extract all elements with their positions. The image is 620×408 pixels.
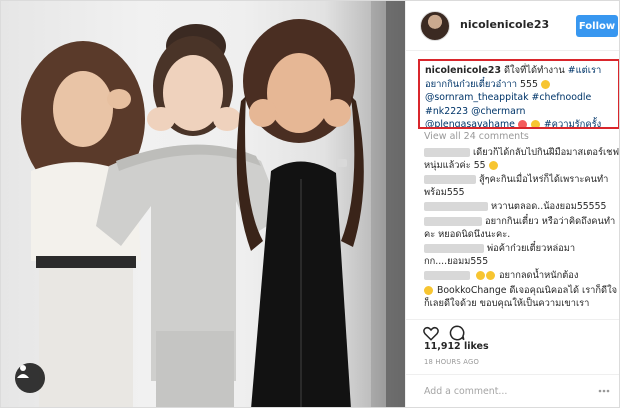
redacted-username xyxy=(424,202,488,212)
post-sidebar: nicolenicole23 Follow nicolenicole23 ดีใ… xyxy=(405,1,619,407)
heart-icon[interactable] xyxy=(422,324,440,342)
more-dots-icon[interactable] xyxy=(598,385,610,397)
emoji-icon xyxy=(475,271,485,281)
redacted-username xyxy=(424,175,476,185)
comment-item: อยากกินเตี๋ยว หรือว่าคิดถึงคนทำคะ หยอดนิ… xyxy=(424,216,619,241)
caption-username[interactable]: nicolenicole23 xyxy=(425,65,501,76)
redacted-username xyxy=(424,216,482,226)
instagram-post: nicolenicole23 Follow nicolenicole23 ดีใ… xyxy=(0,0,620,408)
caption-text: ดีใจที่ได้ทำงาน xyxy=(503,65,565,76)
post-timestamp: 18 HOURS AGO xyxy=(424,358,479,366)
add-comment-placeholder: Add a comment... xyxy=(424,386,508,397)
comment-item: หวานตลอด..น้องยอม55555 xyxy=(424,201,619,214)
photo-illustration xyxy=(21,1,405,407)
emoji-icon xyxy=(424,285,433,295)
tag-people-button[interactable] xyxy=(15,363,45,393)
view-all-comments-link[interactable]: View all 24 comments xyxy=(424,131,529,142)
comment-text: อยากลดน้ำหนักต้อง xyxy=(498,270,579,282)
emoji-icon xyxy=(517,120,527,127)
post-header: nicolenicole23 Follow xyxy=(406,1,619,51)
emoji-icon xyxy=(540,79,550,89)
likes-count[interactable]: 11,912 likes xyxy=(424,341,489,352)
redacted-username xyxy=(424,244,484,254)
comment-item: อยากลดน้ำหนักต้อง xyxy=(424,270,619,283)
comment-item: สู้ๆคะกินเมื่อไหร่ก็ได้เพราะคนทำพร้อม555 xyxy=(424,174,619,199)
comment-item: เดี๋ยวก็ได้กลับไปกินฝีมือมาสเตอร์เชฟหนุ่… xyxy=(424,147,619,172)
caption-number: 555 xyxy=(520,78,538,90)
follow-button[interactable]: Follow xyxy=(576,15,618,37)
comments-list: เดี๋ยวก็ได้กลับไปกินฝีมือมาสเตอร์เชฟหนุ่… xyxy=(424,147,619,317)
comment-item: BookkoChange ดีเจอคุณนิคอลได้ เราก็ดีใจ … xyxy=(424,284,619,310)
post-photo[interactable] xyxy=(1,1,405,407)
comment-bubble-icon[interactable] xyxy=(448,324,466,342)
redacted-username xyxy=(424,148,470,157)
post-actions xyxy=(406,319,619,343)
add-comment-field[interactable]: Add a comment... xyxy=(406,374,619,407)
post-username[interactable]: nicolenicole23 xyxy=(460,18,549,31)
comment-text: BookkoChange ดีเจอคุณนิคอลได้ เราก็ดีใจ … xyxy=(424,284,618,309)
redacted-username xyxy=(424,271,470,281)
person-tag-icon xyxy=(17,365,29,378)
comment-item: พ่อค้าก๋วยเตี๋ยวหล่อมากก....ยอมม555 xyxy=(424,243,619,268)
post-caption: nicolenicole23 ดีใจที่ได้ทำงาน #แต่เราอย… xyxy=(418,59,619,129)
emoji-icon xyxy=(488,160,498,170)
emoji-icon xyxy=(530,120,540,127)
avatar[interactable] xyxy=(420,11,450,41)
emoji-icon xyxy=(485,271,495,281)
comment-text: หวานตลอด..น้องยอม55555 xyxy=(491,201,607,213)
